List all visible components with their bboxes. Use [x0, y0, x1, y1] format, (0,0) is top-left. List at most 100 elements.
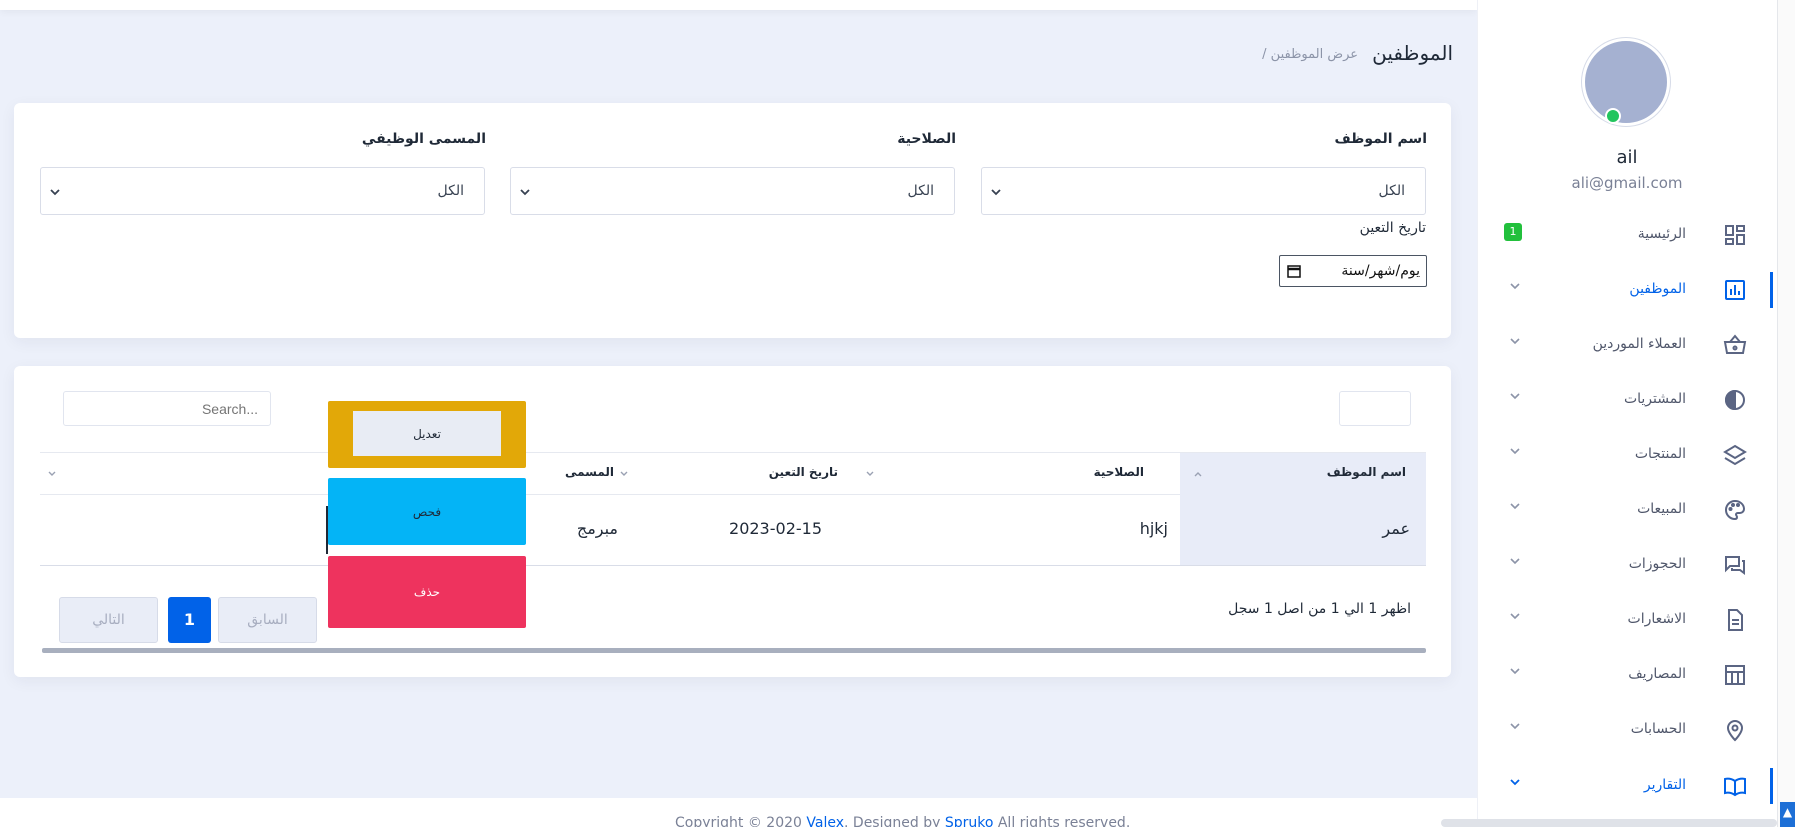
edit-button[interactable]: تعديل — [353, 411, 501, 456]
footer-text: Copyright © 2020 Valex. Designed by Spru… — [675, 815, 1130, 827]
dashboard-icon — [1725, 225, 1745, 245]
sidebar-item-products[interactable]: المنتجات — [1477, 431, 1777, 479]
bar-chart-icon — [1725, 280, 1745, 300]
date-value: يوم/شهر/سنة — [1341, 263, 1420, 279]
footer-designer-link[interactable]: Spruko — [945, 815, 994, 827]
filter-card — [14, 103, 1451, 338]
chat-icon — [1725, 556, 1745, 575]
column-header-title[interactable]: المسمى — [520, 453, 620, 496]
permission-filter-label: الصلاحية — [897, 131, 956, 147]
sidebar-item-label: الموظفين — [1629, 281, 1686, 297]
chevron-down-icon — [1510, 613, 1520, 620]
cell-text: مبرمج — [576, 519, 618, 538]
footer-designed-by: . Designed by — [844, 815, 941, 827]
permission-select[interactable]: الكل — [510, 167, 955, 215]
column-header-employee-name[interactable]: اسم الموظف — [1180, 453, 1426, 496]
page-1-button[interactable]: 1 — [168, 597, 211, 643]
column-header-label: الصلاحية — [1093, 465, 1144, 479]
job-title-filter-label: المسمى الوظيفي — [361, 131, 486, 147]
notification-badge: 1 — [1504, 223, 1522, 241]
page-title: الموظفين — [1372, 41, 1453, 65]
chevron-down-icon — [50, 189, 60, 196]
chevron-down-icon — [1510, 723, 1520, 730]
employee-name-select[interactable]: الكل — [981, 167, 1426, 215]
cell-text: hjkj — [1139, 519, 1168, 538]
corner-widget-icon[interactable]: ▲ — [1780, 802, 1795, 827]
sidebar-item-label: الحسابات — [1630, 721, 1686, 737]
page-length-select[interactable] — [1339, 391, 1411, 426]
user-name: ail — [1616, 147, 1638, 168]
column-header-hire-date[interactable]: تاريخ التعين — [620, 453, 870, 496]
hire-date-input[interactable]: يوم/شهر/سنة — [1279, 255, 1427, 287]
chevron-down-icon — [1510, 448, 1520, 455]
table-header: اسم الموظف الصلاحية تاريخ التعين المسمى — [40, 452, 1426, 496]
footer-rights: All rights reserved. — [997, 815, 1131, 827]
previous-page-button[interactable]: السابق — [218, 597, 317, 643]
chevron-down-icon — [1510, 779, 1520, 786]
palette-icon — [1725, 499, 1746, 521]
inspect-button[interactable]: فحص — [328, 478, 526, 545]
sidebar-item-label: الرئيسية — [1637, 226, 1686, 242]
select-value: الكل — [437, 183, 465, 199]
sidebar-item-clients-suppliers[interactable]: العملاء الموردين — [1477, 321, 1777, 369]
column-header-label: اسم الموظف — [1326, 465, 1406, 479]
chevron-down-icon — [1510, 283, 1520, 290]
hire-date-filter-label: تاريخ التعين — [1359, 220, 1426, 236]
chevron-down-icon — [1510, 393, 1520, 400]
column-header-permission[interactable]: الصلاحية — [866, 453, 1180, 496]
sidebar-item-reports[interactable]: التقارير — [1477, 762, 1777, 810]
sidebar-item-label: المشتريات — [1623, 391, 1686, 407]
cell-permission: hjkj — [870, 495, 1180, 565]
text-cursor — [326, 506, 328, 554]
select-value: الكل — [907, 183, 935, 199]
half-circle-icon — [1725, 389, 1745, 411]
layers-icon — [1723, 444, 1747, 466]
sidebar-item-accounts[interactable]: الحسابات — [1477, 706, 1777, 754]
chevron-down-icon — [1510, 668, 1520, 675]
cell-title: مبرمج — [520, 495, 620, 565]
sidebar-item-expenses[interactable]: المصاريف — [1477, 651, 1777, 699]
chevron-down-icon — [1510, 558, 1520, 565]
sort-icon — [48, 471, 56, 476]
bottom-scrollbar[interactable] — [1441, 819, 1777, 827]
online-status-dot — [1605, 108, 1621, 124]
breadcrumb[interactable]: / عرض الموظفين — [1262, 47, 1358, 62]
cell-employee-name: عمر — [1180, 495, 1426, 565]
location-pin-icon — [1726, 720, 1744, 742]
search-input[interactable] — [63, 391, 271, 426]
sidebar-scrollbar[interactable] — [1777, 0, 1795, 827]
sidebar-item-notifications[interactable]: الاشعارات — [1477, 596, 1777, 644]
document-icon — [1728, 609, 1743, 631]
chevron-down-icon — [1510, 503, 1520, 510]
footer-brand-link[interactable]: Valex — [806, 815, 844, 827]
select-value: الكل — [1378, 183, 1406, 199]
chevron-down-icon — [520, 189, 530, 196]
delete-button[interactable]: حذف — [328, 556, 526, 628]
table-info: اظهر 1 الي 1 من اصل 1 سجل — [1228, 601, 1411, 617]
top-header-bar — [0, 0, 1477, 10]
sidebar-item-label: التقارير — [1643, 777, 1686, 793]
sidebar-item-label: المصاريف — [1628, 666, 1686, 682]
cell-text: 2023-02-15 — [729, 519, 822, 538]
sidebar-item-label: الاشعارات — [1627, 611, 1686, 627]
job-title-select[interactable]: الكل — [40, 167, 485, 215]
column-header-label: تاريخ التعين — [768, 465, 838, 479]
sidebar-item-label: الحجوزات — [1628, 556, 1686, 572]
sidebar-item-sales[interactable]: المبيعات — [1477, 486, 1777, 534]
sidebar-item-purchases[interactable]: المشتريات — [1477, 376, 1777, 424]
sidebar-item-home[interactable]: الرئيسية 1 — [1477, 211, 1777, 259]
sidebar-item-label: العملاء الموردين — [1592, 336, 1686, 352]
sidebar-item-employees[interactable]: الموظفين — [1477, 266, 1777, 314]
basket-icon — [1723, 334, 1747, 354]
table-horizontal-scrollbar[interactable] — [42, 648, 1426, 653]
table-icon — [1725, 665, 1745, 685]
footer-copyright: Copyright © 2020 — [675, 815, 802, 827]
open-book-icon — [1724, 777, 1746, 797]
next-page-button[interactable]: التالي — [59, 597, 158, 643]
sidebar-item-label: المبيعات — [1637, 501, 1686, 517]
calendar-icon[interactable] — [1286, 263, 1302, 279]
cell-hire-date: 2023-02-15 — [620, 495, 870, 565]
avatar[interactable] — [1582, 38, 1670, 126]
table-row[interactable]: عمر hjkj 2023-02-15 مبرمج — [40, 495, 1426, 566]
sidebar-item-bookings[interactable]: الحجوزات — [1477, 541, 1777, 589]
